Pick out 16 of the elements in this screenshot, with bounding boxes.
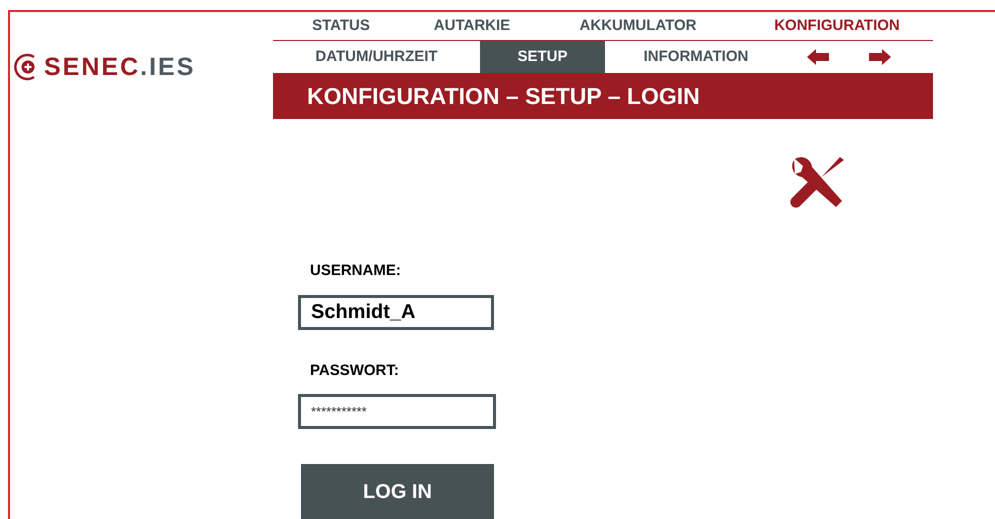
password-label: PASSWORT: bbox=[310, 360, 400, 380]
subnav-tab[interactable]: INFORMATION bbox=[605, 41, 787, 74]
arrow-right-icon[interactable] bbox=[869, 49, 891, 66]
logo-text: SENEC.IES bbox=[44, 54, 196, 80]
nav-tab[interactable]: AUTARKIE bbox=[434, 14, 510, 38]
nav-tab[interactable]: STATUS bbox=[312, 14, 370, 38]
subnav-tab[interactable]: SETUP bbox=[480, 41, 605, 74]
subnav-tab[interactable]: DATUM/UHRZEIT bbox=[273, 41, 480, 74]
nav-tab[interactable]: AKKUMULATOR bbox=[580, 14, 696, 38]
password-field[interactable]: *********** bbox=[298, 394, 496, 429]
arrow-left-icon[interactable] bbox=[807, 49, 829, 66]
username-label: USERNAME: bbox=[310, 261, 402, 281]
nav-tab[interactable]: KONFIGURATION bbox=[774, 14, 900, 38]
username-field[interactable]: Schmidt_A bbox=[298, 294, 494, 330]
page-title: KONFIGURATION – SETUP – LOGIN bbox=[273, 73, 933, 119]
login-button[interactable]: LOG IN bbox=[301, 464, 494, 519]
